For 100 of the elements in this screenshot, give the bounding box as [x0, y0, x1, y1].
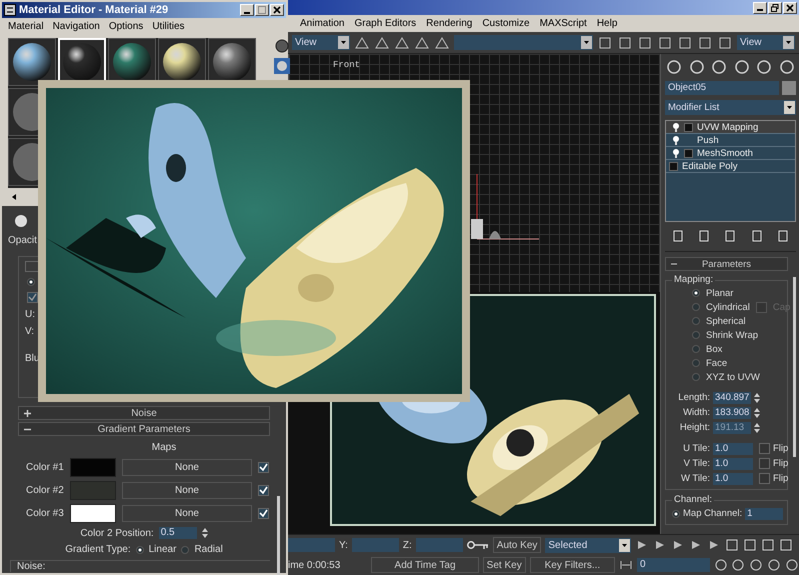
radio-button[interactable] [692, 345, 700, 353]
expand-icon[interactable] [684, 148, 693, 158]
map-button[interactable]: None [122, 458, 252, 476]
checkbox[interactable] [759, 458, 770, 469]
menu-item[interactable]: Utilities [152, 20, 185, 32]
color-swatch[interactable] [70, 504, 116, 522]
radio-button[interactable] [692, 303, 700, 311]
menu-item[interactable]: Graph Editors [354, 18, 416, 29]
navigation-icon[interactable] [731, 558, 746, 572]
radio-button[interactable] [181, 546, 190, 554]
panel-tab-icon[interactable] [665, 58, 683, 76]
toolbar-icon[interactable] [637, 34, 653, 50]
toolbar-icon[interactable] [394, 34, 410, 50]
number-field[interactable]: 1.0 [713, 442, 753, 454]
backlight-icon[interactable] [274, 38, 290, 54]
toolbar-icon[interactable] [617, 34, 633, 50]
background-icon[interactable] [274, 58, 290, 74]
map-button[interactable]: None [122, 482, 252, 498]
checkbox[interactable] [258, 462, 269, 472]
material-slot[interactable] [8, 38, 56, 86]
coordinate-field[interactable] [416, 538, 463, 552]
checkbox[interactable] [759, 443, 770, 454]
checkbox[interactable] [759, 473, 770, 484]
map-button[interactable]: None [122, 504, 252, 522]
bulb-icon[interactable] [672, 135, 680, 145]
rollout-header[interactable]: Noise [18, 406, 270, 420]
number-field[interactable]: 340.897 [713, 392, 752, 404]
spinner-icon[interactable] [202, 528, 208, 538]
radio-button[interactable] [692, 359, 700, 367]
number-field[interactable]: 183.908 [713, 406, 752, 418]
stack-tool-icon[interactable] [776, 229, 790, 243]
number-field[interactable]: 1.0 [713, 458, 753, 470]
checkbox[interactable] [258, 508, 269, 518]
color-swatch[interactable] [70, 458, 116, 476]
stack-tool-icon[interactable] [750, 229, 764, 243]
modifier-stack-item[interactable]: Push [666, 134, 795, 147]
get-material-icon[interactable] [12, 212, 28, 228]
checkbox[interactable] [27, 292, 38, 303]
stack-tool-icon[interactable] [697, 229, 712, 243]
minimize-button[interactable] [240, 4, 254, 16]
modifier-stack-item[interactable]: MeshSmooth [666, 147, 795, 160]
radio-button[interactable] [692, 373, 700, 381]
panel-tab-icon[interactable] [688, 58, 706, 76]
navigation-icon[interactable] [761, 538, 776, 552]
menu-item[interactable]: Material [8, 20, 44, 32]
number-field[interactable]: 1.0 [713, 472, 753, 484]
stack-tool-icon[interactable] [671, 229, 686, 243]
restore-button[interactable] [768, 2, 782, 14]
close-button[interactable] [783, 2, 797, 14]
object-name-field[interactable]: Object05 [665, 81, 779, 95]
minimize-button[interactable] [753, 2, 767, 14]
selection-dropdown[interactable] [454, 35, 593, 50]
toolbar-icon[interactable] [597, 34, 613, 50]
expand-icon[interactable] [684, 122, 693, 132]
toolbar-icon[interactable] [414, 34, 430, 50]
number-field[interactable]: 0.5 [158, 527, 197, 539]
scrollbar[interactable] [277, 496, 280, 575]
color-swatch[interactable] [782, 81, 796, 95]
color-swatch[interactable] [70, 480, 116, 500]
key-mode-icon[interactable] [619, 559, 634, 571]
key-mode-dropdown[interactable]: Selected [545, 538, 632, 552]
number-field[interactable]: 1 [745, 508, 784, 520]
toolbar-icon[interactable] [697, 34, 713, 50]
spinner-icon[interactable] [754, 422, 760, 432]
menu-item[interactable]: Rendering [426, 18, 472, 29]
auto-key-button[interactable]: Auto Key [492, 537, 542, 553]
spinner-icon[interactable] [754, 392, 760, 402]
spinner-icon[interactable] [754, 408, 760, 418]
key-icon[interactable] [466, 540, 489, 550]
navigation-icon[interactable] [743, 538, 758, 552]
checkbox[interactable] [258, 484, 269, 496]
view-dropdown[interactable]: View [292, 35, 350, 50]
menu-item[interactable]: Help [596, 18, 618, 29]
scrollbar[interactable] [793, 277, 796, 457]
modifier-list-dropdown[interactable]: Modifier List [665, 100, 796, 115]
menu-item[interactable]: MAXScript [540, 18, 587, 29]
toolbar-icon[interactable] [374, 34, 390, 50]
navigation-icon[interactable] [749, 558, 764, 572]
set-key-button[interactable]: Set Key [482, 557, 526, 573]
panel-tab-icon[interactable] [732, 58, 751, 76]
modifier-stack-item[interactable]: Editable Poly [666, 160, 795, 173]
panel-tab-icon[interactable] [778, 58, 796, 76]
radio-button[interactable] [136, 546, 144, 554]
bulb-icon[interactable] [672, 122, 680, 132]
key-filters-button[interactable]: Key Filters... [530, 557, 616, 573]
bulb-icon[interactable] [672, 148, 680, 158]
panel-tab-icon[interactable] [710, 58, 728, 76]
coordinate-field[interactable] [288, 538, 335, 552]
navigation-icon[interactable] [725, 538, 740, 552]
menu-item[interactable]: Animation [300, 18, 344, 29]
maximize-button[interactable] [255, 4, 269, 16]
toolbar-icon[interactable] [657, 34, 673, 50]
menu-item[interactable]: Customize [482, 18, 530, 29]
add-time-tag-button[interactable]: Add Time Tag [371, 557, 479, 573]
stack-tool-icon[interactable] [723, 229, 738, 243]
coordinate-field[interactable] [352, 538, 399, 552]
toolbar-icon[interactable] [434, 34, 450, 50]
radio-button[interactable] [692, 317, 700, 325]
panel-tab-icon[interactable] [755, 58, 774, 76]
modifier-stack-item[interactable]: UVW Mapping [666, 121, 795, 134]
